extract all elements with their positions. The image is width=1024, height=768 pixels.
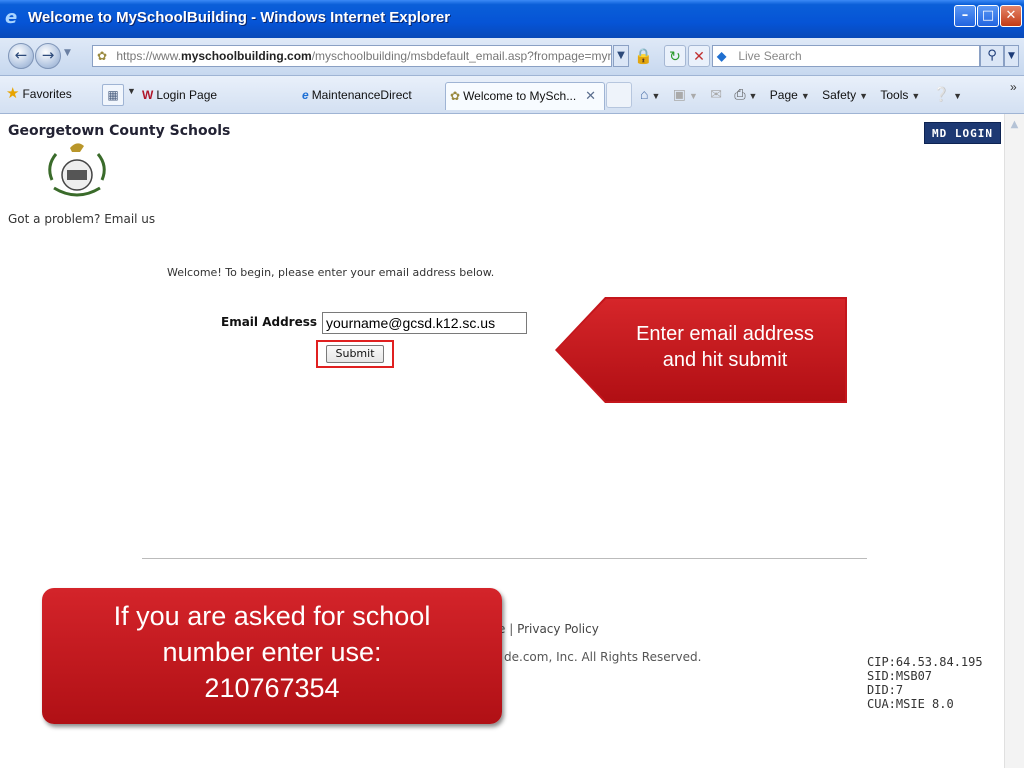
callout-school-number: If you are asked for school number enter… xyxy=(42,588,502,724)
site-icon: ✿ xyxy=(97,49,108,63)
minimize-button[interactable]: – xyxy=(954,5,976,27)
welcome-message: Welcome! To begin, please enter your ema… xyxy=(167,266,495,279)
home-icon: ⌂ xyxy=(640,86,649,102)
url-host: myschoolbuilding.com xyxy=(181,49,312,63)
search-button[interactable]: ⚲ xyxy=(980,45,1004,67)
w-site-icon: W xyxy=(142,88,154,102)
footer-links: e | Privacy Policy xyxy=(498,622,599,636)
tab-label: Login Page xyxy=(156,88,218,102)
window-titlebar: e Welcome to MySchoolBuilding - Windows … xyxy=(0,0,1024,38)
lock-icon[interactable]: 🔒 xyxy=(634,46,653,66)
page-menu[interactable]: Page ▼ xyxy=(770,85,810,106)
diag-sid: SID:MSB07 xyxy=(867,669,933,683)
submit-highlight: Submit xyxy=(316,340,394,368)
quick-tabs-button[interactable]: ▦ xyxy=(102,84,124,106)
url-path: /myschoolbuilding/msbdefault_email.asp?f… xyxy=(311,49,612,63)
callout-left-line3: 210767354 xyxy=(204,673,340,703)
tools-menu[interactable]: Tools ▼ xyxy=(880,85,920,106)
maximize-button[interactable]: □ xyxy=(977,5,999,27)
command-bar: ⌂ ▼ ▣ ▼ ✉ ⎙ ▼ Page ▼ Safety ▼ Tools ▼ ❔ ▼ xyxy=(640,84,971,106)
callout-right-line2: and hit submit xyxy=(662,349,788,371)
safety-menu-label: Safety xyxy=(822,88,857,102)
email-us-link[interactable]: Email us xyxy=(104,212,155,226)
diag-cua: CUA:MSIE 8.0 xyxy=(867,697,954,711)
tab-label: Welcome to MySch... xyxy=(463,89,577,103)
problem-text: Got a problem? Email us xyxy=(8,212,155,226)
url-input[interactable]: ✿ https://www.myschoolbuilding.com/mysch… xyxy=(92,45,612,67)
tab-list-dropdown-icon[interactable]: ▼ xyxy=(127,86,136,96)
diagnostics-info: CIP:64.53.84.195 SID:MSB07 DID:7 CUA:MSI… xyxy=(867,655,983,711)
refresh-button[interactable]: ↻ xyxy=(664,45,686,67)
back-button[interactable]: ← xyxy=(8,43,34,69)
ie-icon: e xyxy=(302,88,309,102)
callout-enter-email-text: Enter email address and hit submit xyxy=(607,321,843,373)
callout-right-line1: Enter email address xyxy=(636,323,814,345)
new-tab-button[interactable] xyxy=(606,82,632,108)
diag-cip: CIP:64.53.84.195 xyxy=(867,655,983,669)
page-menu-label: Page xyxy=(769,88,798,102)
favorites-tab-bar: ★ Favorites ▦ ▼ W Login Page e MaintenanceD… xyxy=(0,76,1024,114)
callout-left-line2: number enter use: xyxy=(162,637,382,667)
ie-logo-icon: e xyxy=(5,7,18,28)
copyright-text: de.com, Inc. All Rights Reserved. xyxy=(504,650,702,664)
search-placeholder: Live Search xyxy=(738,49,802,63)
org-title: Georgetown County Schools xyxy=(8,123,231,139)
tools-menu-label: Tools xyxy=(880,88,909,102)
tab-login-page[interactable]: W Login Page xyxy=(138,82,298,110)
print-icon: ⎙ xyxy=(734,86,746,102)
mail-button[interactable]: ✉ xyxy=(710,84,722,105)
tab-maintenance-direct[interactable]: e MaintenanceDirect xyxy=(298,82,443,110)
home-button[interactable]: ⌂ ▼ xyxy=(640,84,660,106)
diag-did: DID:7 xyxy=(867,683,904,697)
live-search-icon: ◆ xyxy=(717,49,727,63)
help-button[interactable]: ❔ ▼ xyxy=(933,84,962,106)
callout-enter-email: Enter email address and hit submit xyxy=(555,297,847,403)
footer-divider xyxy=(142,558,867,559)
scroll-up-icon[interactable]: ▲ xyxy=(1007,119,1022,134)
site-icon: ✿ xyxy=(450,89,461,103)
close-tab-icon[interactable]: ✕ xyxy=(585,83,596,109)
email-address-label: Email Address xyxy=(221,315,318,329)
address-toolbar: ← → ▼ ✿ https://www.myschoolbuilding.com… xyxy=(0,38,1024,76)
safety-menu[interactable]: Safety ▼ xyxy=(822,85,868,106)
feeds-button[interactable]: ▣ ▼ xyxy=(673,84,698,106)
favorites-button[interactable]: ★ Favorites xyxy=(6,84,72,104)
tab-welcome-active[interactable]: ✿ Welcome to MySch... ✕ xyxy=(445,82,605,110)
problem-label: Got a problem? xyxy=(8,212,101,226)
stop-button[interactable]: ✕ xyxy=(688,45,710,67)
privacy-policy-link[interactable]: Privacy Policy xyxy=(517,622,599,636)
url-prefix: https://www. xyxy=(116,49,182,63)
help-icon: ❔ xyxy=(932,86,951,102)
more-chevron-icon[interactable]: » xyxy=(1010,80,1017,94)
url-dropdown-button[interactable]: ▼ xyxy=(613,45,629,67)
history-dropdown-icon[interactable]: ▼ xyxy=(64,48,71,58)
close-button[interactable]: ✕ xyxy=(1000,5,1022,27)
forward-button[interactable]: → xyxy=(35,43,61,69)
callout-school-number-text: If you are asked for school number enter… xyxy=(42,598,502,706)
window-title: Welcome to MySchoolBuilding - Windows In… xyxy=(28,9,451,26)
mail-icon: ✉ xyxy=(710,86,722,102)
school-seal-logo xyxy=(48,143,106,197)
favorites-label: Favorites xyxy=(22,87,72,101)
print-button[interactable]: ⎙ ▼ xyxy=(734,84,757,106)
star-icon: ★ xyxy=(6,85,20,102)
vertical-scrollbar[interactable]: ▲ xyxy=(1004,114,1024,768)
tab-label: MaintenanceDirect xyxy=(311,88,412,102)
md-login-button[interactable]: MD LOGIN xyxy=(924,122,1001,144)
search-input[interactable]: ◆ Live Search xyxy=(712,45,980,67)
search-options-dropdown[interactable]: ▼ xyxy=(1004,45,1019,67)
feeds-icon: ▣ xyxy=(672,86,686,102)
submit-button[interactable]: Submit xyxy=(326,345,384,363)
callout-left-line1: If you are asked for school xyxy=(113,601,431,631)
email-field[interactable] xyxy=(322,312,527,334)
